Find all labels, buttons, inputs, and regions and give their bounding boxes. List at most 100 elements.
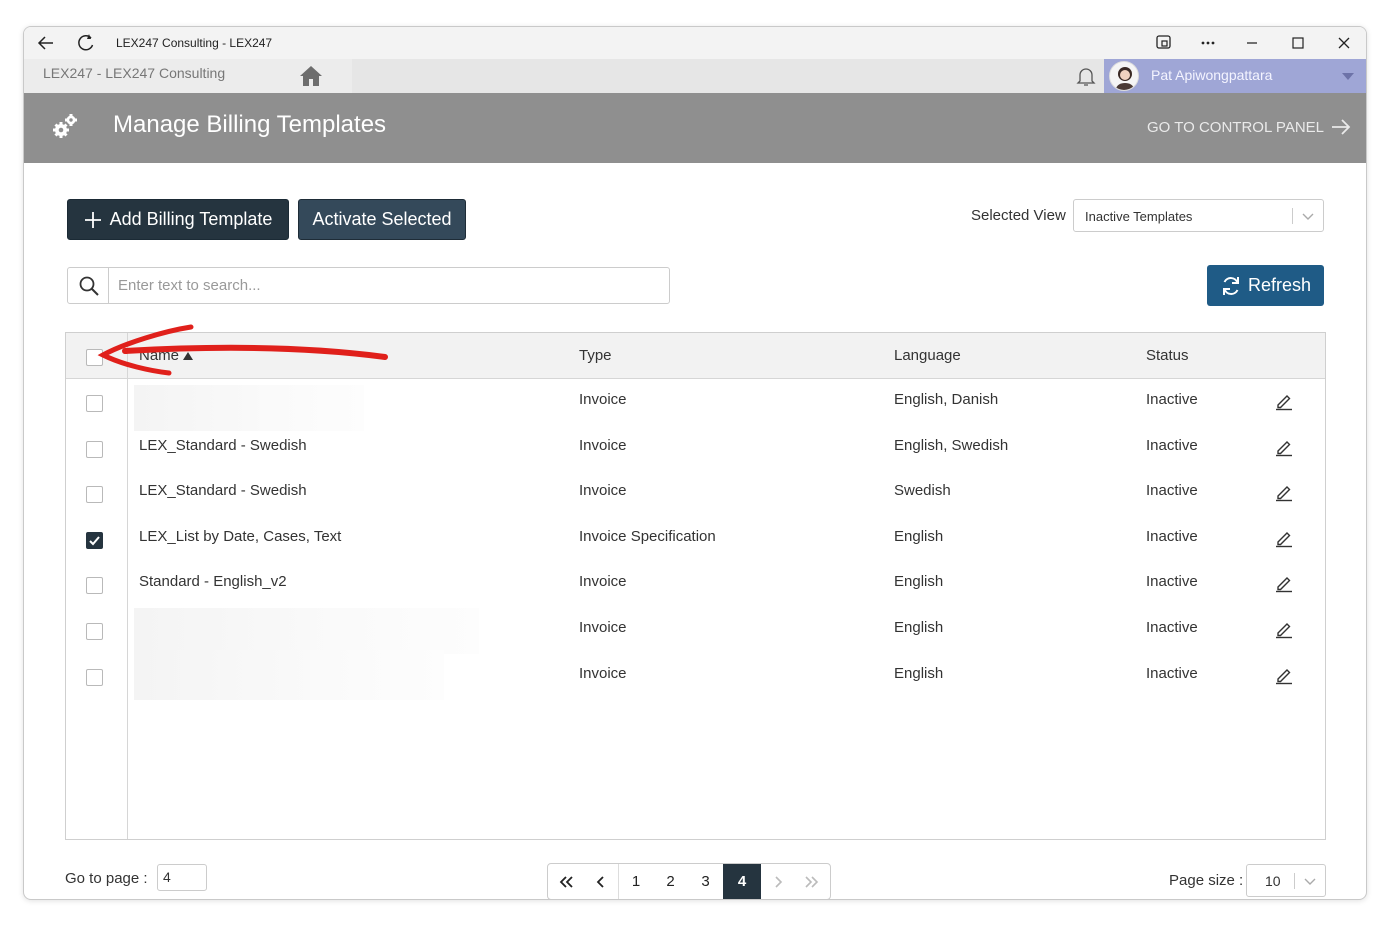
checkmark-icon xyxy=(89,536,100,546)
selected-view-value: Inactive Templates xyxy=(1085,209,1193,224)
row-checkbox[interactable] xyxy=(86,577,103,595)
page-button-2[interactable]: 2 xyxy=(653,864,688,899)
redacted-name xyxy=(134,608,479,654)
edit-icon[interactable] xyxy=(1274,573,1294,598)
edit-icon[interactable] xyxy=(1274,528,1294,553)
red-arrow-annotation xyxy=(97,324,388,376)
row-language: English xyxy=(894,619,944,636)
table-row[interactable]: LEX_Standard - Swedish Invoice English, Sw… xyxy=(66,426,1325,472)
table-row[interactable]: Invoice English, Danish Inactive xyxy=(66,380,1325,431)
row-checkbox[interactable] xyxy=(86,531,103,549)
control-panel-label: GO TO CONTROL PANEL xyxy=(1147,118,1324,136)
row-name: LEX_List by Date, Cases, Text xyxy=(139,527,342,545)
row-type: Invoice Specification xyxy=(579,527,716,545)
plus-icon xyxy=(84,211,101,228)
chevron-down-icon xyxy=(1342,73,1354,80)
first-page-button[interactable] xyxy=(548,864,583,899)
prev-page-button[interactable] xyxy=(583,864,618,899)
row-name: LEX_Standard - Swedish xyxy=(139,482,307,500)
table-row[interactable]: Standard - English_v2 Invoice English Inact… xyxy=(66,562,1325,608)
row-language: English xyxy=(894,664,944,682)
more-icon[interactable] xyxy=(1198,33,1218,53)
search-input[interactable] xyxy=(110,268,665,303)
row-language: English xyxy=(894,573,944,591)
table-row[interactable]: Invoice English Inactive xyxy=(66,649,1325,700)
edit-icon[interactable] xyxy=(1274,619,1294,644)
row-name: LEX_Standard - Swedish xyxy=(139,436,307,454)
back-arrow-icon[interactable] xyxy=(36,33,56,53)
templates-grid: Name Type Language Status Invoice English… xyxy=(65,332,1326,840)
pagination: 1 2 3 4 xyxy=(547,863,831,899)
double-chevron-left-icon xyxy=(559,875,573,888)
arrow-right-icon xyxy=(1332,119,1351,135)
redacted-name xyxy=(134,649,444,700)
brand-label: LEX247 - LEX247 Consulting xyxy=(43,65,226,81)
row-name: Standard - English_v2 xyxy=(139,573,287,591)
row-status: Inactive xyxy=(1146,619,1198,636)
search-button[interactable] xyxy=(68,268,109,303)
search-icon xyxy=(79,276,99,296)
redacted-name xyxy=(134,385,364,431)
row-status: Inactive xyxy=(1146,664,1198,682)
reload-icon[interactable] xyxy=(76,33,96,53)
refresh-button[interactable]: Refresh xyxy=(1207,265,1324,306)
page-button-3[interactable]: 3 xyxy=(688,864,723,899)
user-name: Pat Apiwongpattara xyxy=(1151,67,1273,83)
edit-icon[interactable] xyxy=(1274,482,1294,507)
table-row[interactable]: Invoice English Inactive xyxy=(66,608,1325,654)
page-header: Manage Billing Templates GO TO CONTROL P… xyxy=(24,93,1366,163)
row-status: Inactive xyxy=(1146,573,1198,591)
chevron-down-icon xyxy=(1302,213,1314,220)
home-button[interactable] xyxy=(272,59,352,93)
selected-view-dropdown[interactable]: Inactive Templates xyxy=(1073,199,1324,232)
navbar-spacer xyxy=(352,59,1072,93)
column-header-type[interactable]: Type xyxy=(579,347,612,364)
title-bar: LEX247 Consulting - LEX247 xyxy=(24,27,1366,59)
row-language: Swedish xyxy=(894,482,951,500)
home-icon xyxy=(300,66,322,86)
refresh-icon xyxy=(1222,276,1239,295)
page-button-1[interactable]: 1 xyxy=(619,864,653,899)
avatar xyxy=(1109,61,1139,91)
column-header-language[interactable]: Language xyxy=(894,347,961,364)
row-status: Inactive xyxy=(1146,482,1198,500)
brand-tab[interactable]: LEX247 - LEX247 Consulting xyxy=(24,59,272,93)
row-type: Invoice xyxy=(579,482,627,500)
edit-icon[interactable] xyxy=(1274,665,1294,690)
row-status: Inactive xyxy=(1146,391,1198,408)
user-menu[interactable]: Pat Apiwongpattara xyxy=(1104,59,1366,93)
page-button-4[interactable]: 4 xyxy=(723,864,761,899)
page-size-label: Page size : xyxy=(1169,872,1244,889)
row-checkbox[interactable] xyxy=(86,623,103,640)
bell-icon[interactable] xyxy=(1074,64,1098,88)
next-page-button xyxy=(761,864,795,899)
activate-selected-button[interactable]: Activate Selected xyxy=(298,199,466,240)
page-title: Manage Billing Templates xyxy=(113,111,387,138)
table-row[interactable]: LEX_List by Date, Cases, Text Invoice Spe… xyxy=(66,517,1325,563)
go-to-page-input[interactable]: 4 xyxy=(157,864,207,891)
chevron-down-icon xyxy=(1304,878,1316,885)
row-checkbox[interactable] xyxy=(86,395,103,412)
page-size-value: 10 xyxy=(1265,873,1281,889)
minimize-icon[interactable] xyxy=(1242,33,1262,53)
row-checkbox[interactable] xyxy=(86,668,103,686)
page-size-dropdown[interactable]: 10 xyxy=(1246,864,1326,897)
edit-icon[interactable] xyxy=(1274,391,1294,416)
row-checkbox[interactable] xyxy=(86,440,103,458)
chevron-left-icon xyxy=(596,875,604,888)
table-row[interactable]: LEX_Standard - Swedish Invoice Swedish Inac… xyxy=(66,471,1325,517)
top-navbar: LEX247 - LEX247 Consulting Pat Apiwongpa… xyxy=(24,59,1366,93)
add-billing-template-button[interactable]: Add Billing Template xyxy=(67,199,289,240)
column-header-status[interactable]: Status xyxy=(1146,347,1189,364)
maximize-icon[interactable] xyxy=(1288,33,1308,53)
refresh-label: Refresh xyxy=(1247,275,1312,295)
row-checkbox[interactable] xyxy=(86,486,103,504)
row-type: Invoice xyxy=(579,436,627,454)
close-icon[interactable] xyxy=(1334,33,1354,53)
go-to-control-panel-link[interactable]: GO TO CONTROL PANEL xyxy=(1147,117,1352,137)
app-cast-icon[interactable] xyxy=(1154,33,1174,53)
gears-icon xyxy=(53,114,77,138)
edit-icon[interactable] xyxy=(1274,437,1294,462)
chevron-right-icon xyxy=(775,875,783,888)
add-billing-template-label: Add Billing Template xyxy=(109,209,273,229)
